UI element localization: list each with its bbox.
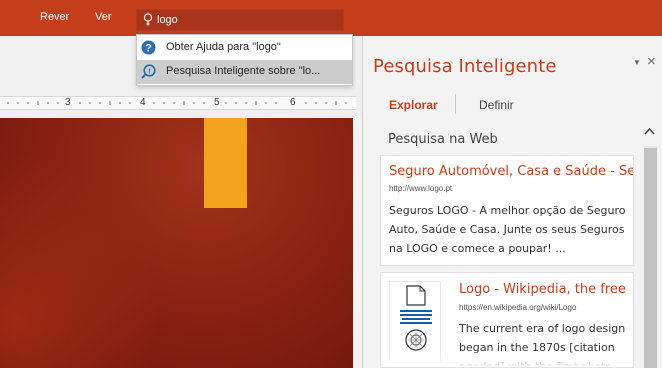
tab-definir[interactable]: Definir [479,98,514,112]
result-card[interactable]: Seguro Automóvel, Casa e Saúde - Se http… [380,155,634,266]
tab-rever[interactable]: Rever [40,11,69,23]
dropdown-item-label: Obter Ajuda para "logo" [166,41,281,53]
svg-text:?: ? [145,42,152,54]
close-icon[interactable]: × [647,53,656,70]
result-url: https://en.wikipedia.org/wiki/Logo [459,303,577,312]
tell-me-search-box[interactable] [136,9,344,31]
text-fade-overlay [381,351,633,367]
tell-me-input[interactable] [157,12,337,28]
result-title[interactable]: Seguro Automóvel, Casa e Saúde - Se [389,164,633,179]
result-url: http://www.logo.pt [389,184,453,193]
horizontal-ruler[interactable]: 3 4 5 6 [0,96,356,110]
ruler-number: 6 [290,97,296,108]
tab-ver[interactable]: Ver [95,11,112,23]
result-card[interactable]: Logo - Wikipedia, the free https://en.wi… [380,272,634,368]
scroll-up-arrow-icon[interactable] [643,127,656,136]
result-title[interactable]: Logo - Wikipedia, the free [459,282,626,297]
ruler-ticks [7,101,347,105]
pane-options-chevron-icon[interactable]: ▼ [633,58,641,67]
svg-text:!: ! [148,66,151,75]
dropdown-item-smart-lookup[interactable]: ! Pesquisa Inteligente sobre "lo... [137,60,352,84]
ruler-number: 4 [140,97,146,108]
help-icon: ? [141,40,156,55]
pane-title: Pesquisa Inteligente [373,56,557,77]
tab-divider [455,94,456,114]
slide-background-glow [0,150,160,368]
tell-me-dropdown: ? Obter Ajuda para "logo" ! Pesquisa Int… [136,34,353,86]
tab-explorar[interactable]: Explorar [389,98,438,112]
section-heading: Pesquisa na Web [388,132,498,147]
slide-orange-rectangle[interactable] [204,118,247,208]
ruler-number: 5 [214,97,220,108]
scrollbar-thumb[interactable] [644,148,657,368]
lightbulb-icon [143,13,153,26]
smart-lookup-icon: ! [141,64,156,79]
ruler-number: 3 [65,97,71,108]
dropdown-item-label: Pesquisa Inteligente sobre "lo... [166,65,321,77]
dropdown-item-help[interactable]: ? Obter Ajuda para "logo" [137,36,352,60]
result-snippet: Seguros LOGO - A melhor opção de Seguro … [389,204,626,255]
ribbon-bar: Rever Ver [0,0,662,36]
